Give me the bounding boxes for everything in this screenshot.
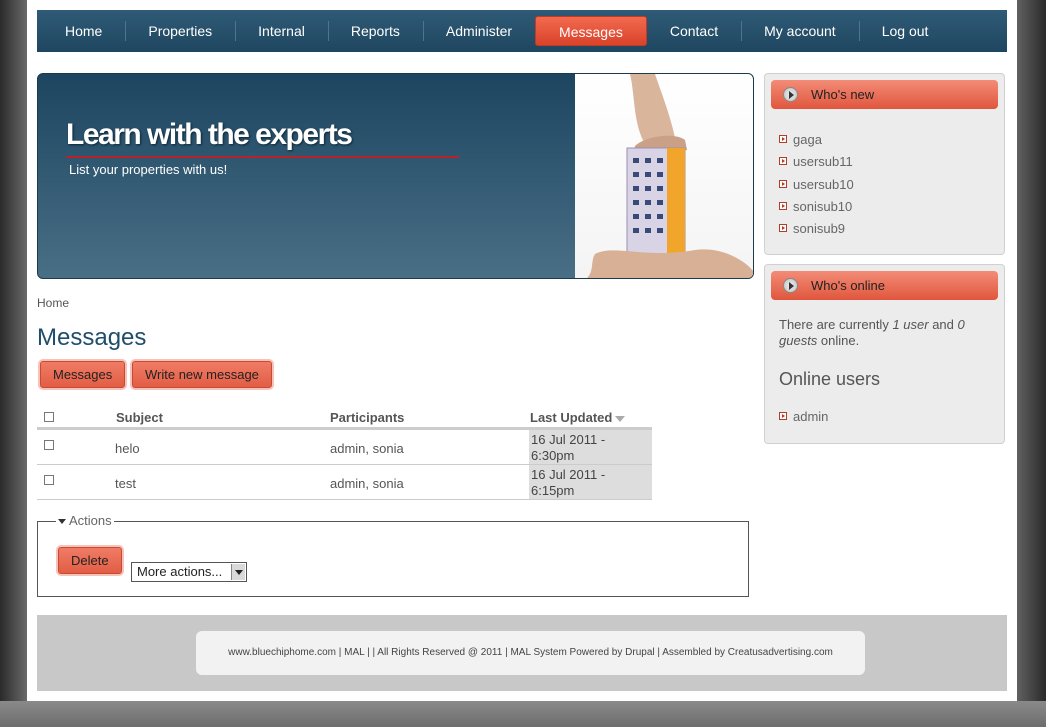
online-text-mid: and	[928, 317, 958, 332]
messages-button[interactable]: Messages	[40, 361, 126, 388]
table-header: Subject Participants Last Updated	[37, 405, 652, 430]
bullet-icon	[779, 157, 787, 165]
bullet-icon	[779, 202, 787, 210]
whos-new-header: Who's new	[771, 80, 998, 109]
select-all-checkbox[interactable]	[44, 412, 54, 422]
list-item[interactable]: admin	[779, 409, 828, 424]
bullet-icon	[779, 135, 787, 143]
user-link[interactable]: admin	[793, 409, 828, 424]
breadcrumb[interactable]: Home	[37, 296, 69, 310]
actions-fieldset: Actions Delete More actions...	[37, 513, 749, 597]
whos-new-title: Who's new	[811, 87, 875, 102]
subject-header[interactable]: Subject	[116, 410, 163, 425]
row-last-updated: 16 Jul 2011 -6:30pm	[531, 432, 651, 464]
row-time: 6:15pm	[531, 483, 575, 498]
row-participants: admin, sonia	[330, 441, 404, 456]
row-date: 16 Jul 2011 -	[531, 432, 606, 447]
table-row: test admin, sonia 16 Jul 2011 -6:15pm	[37, 465, 652, 500]
user-link[interactable]: usersub10	[793, 177, 854, 192]
last-updated-header[interactable]: Last Updated	[530, 410, 626, 425]
dropdown-arrow-icon	[231, 564, 245, 580]
write-new-message-button[interactable]: Write new message	[132, 361, 272, 388]
more-actions-value: More actions...	[137, 564, 223, 579]
delete-button[interactable]: Delete	[58, 547, 122, 574]
row-subject[interactable]: helo	[115, 441, 140, 456]
user-link[interactable]: gaga	[793, 132, 822, 147]
play-icon	[783, 278, 798, 293]
list-item[interactable]: usersub11	[779, 154, 853, 169]
sort-desc-icon	[615, 415, 626, 422]
bullet-icon	[779, 224, 787, 232]
page-title: Messages	[37, 324, 147, 351]
nav-internal[interactable]: Internal	[235, 16, 328, 46]
banner-subtitle: List your properties with us!	[69, 162, 228, 177]
banner-title: Learn with the experts	[66, 118, 353, 151]
participants-header[interactable]: Participants	[330, 410, 404, 425]
actions-legend[interactable]: Actions	[56, 513, 114, 528]
play-icon	[783, 87, 798, 102]
table-row: helo admin, sonia 16 Jul 2011 -6:30pm	[37, 430, 652, 465]
bullet-icon	[779, 412, 787, 420]
user-link[interactable]: sonisub10	[793, 199, 852, 214]
row-checkbox[interactable]	[44, 440, 54, 450]
list-item[interactable]: sonisub9	[779, 221, 845, 236]
footer: www.bluechiphome.com | MAL | | All Right…	[37, 615, 1007, 691]
online-text-prefix: There are currently	[779, 317, 893, 332]
online-text-suffix: online.	[817, 333, 860, 348]
online-users-title: Online users	[779, 369, 881, 389]
online-summary: There are currently 1 user and 0 guests …	[779, 317, 989, 349]
banner-building-photo	[575, 74, 753, 278]
row-date: 16 Jul 2011 -	[531, 467, 606, 482]
collapse-triangle-icon	[58, 519, 66, 525]
nav-administer[interactable]: Administer	[422, 16, 535, 46]
whos-online-block: Who's online There are currently 1 user …	[764, 264, 1005, 444]
banner-divider	[66, 156, 459, 158]
nav-messages[interactable]: Messages	[535, 16, 647, 46]
nav-home[interactable]: Home	[42, 16, 125, 46]
nav-log-out[interactable]: Log out	[858, 16, 952, 46]
list-item[interactable]: usersub10	[779, 177, 854, 192]
online-user-count: 1 user	[892, 317, 929, 332]
row-subject[interactable]: test	[115, 476, 136, 491]
user-link[interactable]: sonisub9	[793, 221, 845, 236]
nav-reports[interactable]: Reports	[327, 16, 423, 46]
list-item[interactable]: sonisub10	[779, 199, 852, 214]
list-item[interactable]: gaga	[779, 132, 822, 147]
row-checkbox[interactable]	[44, 475, 54, 485]
whos-online-header: Who's online	[771, 271, 998, 300]
last-updated-label: Last Updated	[530, 410, 613, 425]
footer-text: www.bluechiphome.com | MAL | | All Right…	[196, 631, 865, 675]
row-participants: admin, sonia	[330, 476, 404, 491]
banner: Learn with the experts List your propert…	[37, 73, 754, 279]
main-nav: Home Properties Internal Reports Adminis…	[37, 10, 1007, 52]
whos-online-title: Who's online	[811, 278, 886, 293]
more-actions-select[interactable]: More actions...	[131, 562, 247, 582]
page-bottom-shade	[0, 701, 1046, 727]
bullet-icon	[779, 180, 787, 188]
page: Home Properties Internal Reports Adminis…	[27, 0, 1017, 701]
nav-contact[interactable]: Contact	[647, 16, 741, 46]
nav-properties[interactable]: Properties	[125, 16, 235, 46]
user-link[interactable]: usersub11	[793, 154, 853, 169]
messages-table: Subject Participants Last Updated helo a…	[37, 405, 652, 500]
row-time: 6:30pm	[531, 448, 575, 463]
nav-my-account[interactable]: My account	[741, 16, 859, 46]
building-in-hands-illustration	[587, 74, 753, 278]
actions-legend-label: Actions	[69, 513, 112, 528]
row-last-updated: 16 Jul 2011 -6:15pm	[531, 467, 651, 499]
whos-new-block: Who's new gaga usersub11 usersub10 sonis…	[764, 73, 1005, 255]
